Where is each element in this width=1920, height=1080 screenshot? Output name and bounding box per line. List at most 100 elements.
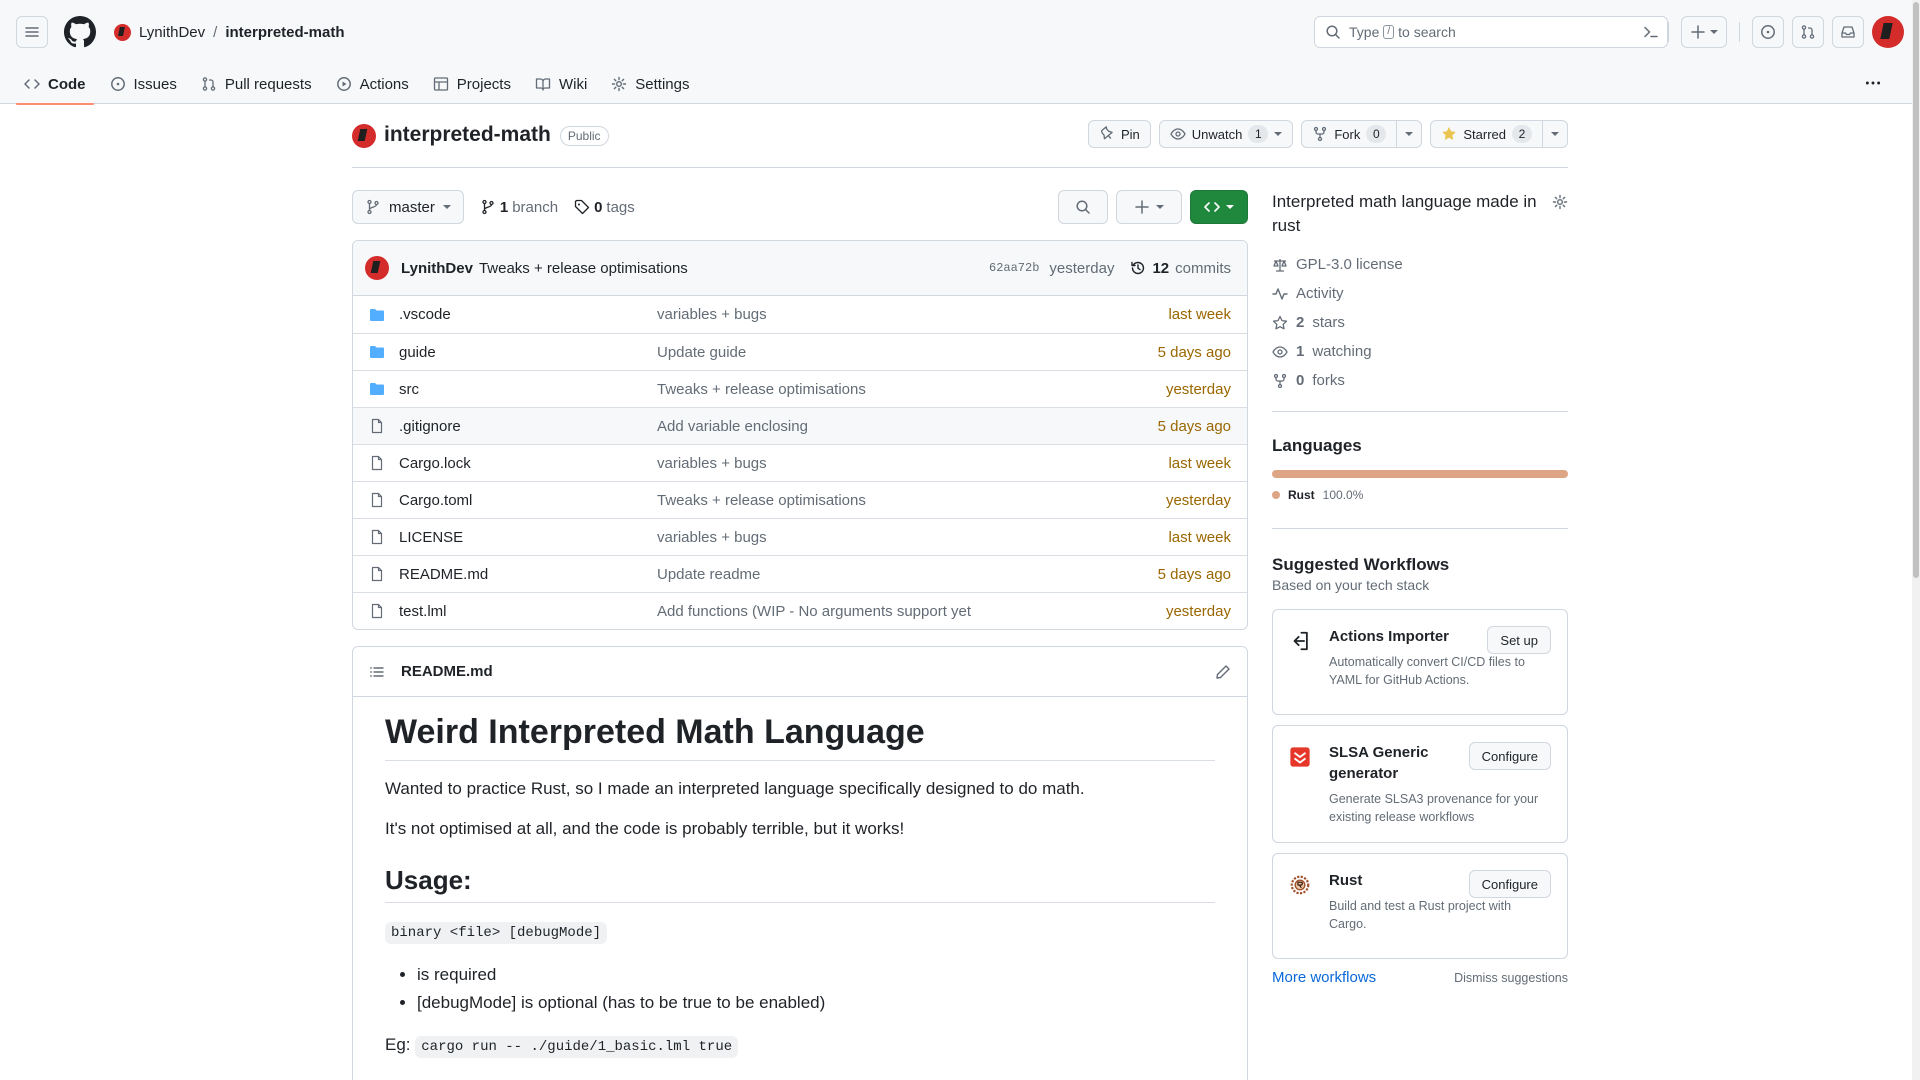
tag-count-label: tags [606, 198, 635, 216]
forks-link[interactable]: 0 forks [1272, 366, 1568, 395]
list-unordered-icon[interactable] [369, 664, 385, 680]
file-commit-message[interactable]: variables + bugs [657, 306, 767, 323]
issues-button[interactable] [1752, 16, 1784, 48]
repo-name[interactable]: interpreted-math [384, 123, 551, 147]
file-row[interactable]: .gitignore Add variable enclosing 5 days a… [353, 407, 1247, 444]
pin-button[interactable]: Pin [1087, 120, 1151, 148]
readme-bullet-list: is required [debugMode] is optional (has… [417, 961, 1215, 1017]
search-input[interactable]: Type / to search [1314, 16, 1668, 48]
commit-message[interactable]: Tweaks + release optimisations [479, 260, 688, 277]
tags-link[interactable]: 0 tags [574, 199, 635, 216]
fork-label: Fork [1334, 126, 1361, 142]
breadcrumb-owner-link[interactable]: LynithDev [139, 24, 205, 41]
workflow-setup-button[interactable]: Set up [1487, 626, 1551, 654]
file-row[interactable]: Cargo.toml Tweaks + release optimisations… [353, 481, 1247, 518]
plus-icon [1691, 25, 1705, 39]
rust-logo-icon [1290, 875, 1310, 895]
tab-code[interactable]: Code [16, 64, 94, 105]
file-row[interactable]: Cargo.lock variables + bugs last week [353, 444, 1247, 481]
branch-select-button[interactable]: master [352, 190, 464, 224]
kebab-horizontal-icon[interactable] [1864, 74, 1882, 92]
go-to-file-button[interactable] [1058, 190, 1108, 224]
more-workflows-link[interactable]: More workflows [1272, 969, 1376, 986]
file-row[interactable]: README.md Update readme 5 days ago [353, 555, 1247, 592]
main-column: master 1 branch 0 tags LynithDev Tweaks … [352, 190, 1248, 1080]
command-palette-icon[interactable] [1643, 24, 1659, 40]
tab-actions[interactable]: Actions [328, 64, 417, 104]
file-commit-message[interactable]: Tweaks + release optimisations [657, 381, 866, 398]
commits-history-link[interactable]: 12 commits [1130, 260, 1231, 277]
star-dropdown-button[interactable] [1543, 120, 1568, 148]
file-commit-message[interactable]: Add functions (WIP - No arguments suppor… [657, 603, 971, 620]
file-list: .vscode variables + bugs last week guide Upd… [353, 296, 1247, 629]
page-scrollbar[interactable] [1912, 0, 1920, 1080]
file-commit-time: last week [1168, 306, 1231, 323]
inbox-button[interactable] [1832, 16, 1864, 48]
workflow-configure-button[interactable]: Configure [1468, 870, 1551, 898]
file-row[interactable]: test.lml Add functions (WIP - No argument… [353, 592, 1247, 629]
folder-icon [369, 307, 385, 323]
github-logo-icon[interactable] [64, 16, 96, 48]
file-name-link[interactable]: README.md [399, 566, 657, 583]
file-name-link[interactable]: guide [399, 344, 657, 361]
language-item[interactable]: Rust 100.0% [1272, 488, 1568, 502]
tab-wiki[interactable]: Wiki [527, 64, 595, 104]
unwatch-label: Unwatch [1191, 126, 1243, 142]
slsa-logo-icon [1290, 747, 1310, 767]
file-commit-message[interactable]: Update readme [657, 566, 760, 583]
user-avatar[interactable] [1872, 16, 1904, 48]
file-commit-message[interactable]: Update guide [657, 344, 746, 361]
tab-projects[interactable]: Projects [425, 64, 519, 104]
star-count: 2 [1512, 125, 1532, 143]
watching-link[interactable]: 1 watching [1272, 337, 1568, 366]
commit-author[interactable]: LynithDev [401, 260, 473, 277]
file-name-link[interactable]: Cargo.lock [399, 455, 657, 472]
header-actions [1664, 16, 1904, 48]
tab-issues[interactable]: Issues [102, 64, 185, 104]
folder-icon [369, 344, 385, 360]
menu-button[interactable] [16, 16, 48, 48]
file-row[interactable]: src Tweaks + release optimisations yesterd… [353, 370, 1247, 407]
pencil-icon[interactable] [1215, 664, 1231, 680]
file-name-link[interactable]: src [399, 381, 657, 398]
scrollbar-thumb[interactable] [1913, 2, 1919, 578]
gear-icon[interactable] [1552, 194, 1568, 210]
file-name-link[interactable]: Cargo.toml [399, 492, 657, 509]
starred-button[interactable]: Starred 2 [1430, 120, 1543, 148]
commit-author-avatar[interactable] [365, 256, 389, 280]
file-name-link[interactable]: .gitignore [399, 418, 657, 435]
pull-requests-button[interactable] [1792, 16, 1824, 48]
add-file-button[interactable] [1116, 190, 1182, 224]
file-name-link[interactable]: .vscode [399, 306, 657, 323]
file-commit-time: last week [1168, 454, 1231, 472]
file-name-link[interactable]: LICENSE [399, 529, 657, 546]
workflows-subheading: Based on your tech stack [1272, 577, 1430, 593]
file-commit-message[interactable]: variables + bugs [657, 529, 767, 546]
file-commit-message[interactable]: variables + bugs [657, 455, 767, 472]
fork-button[interactable]: Fork 0 [1301, 120, 1398, 148]
unwatch-button[interactable]: Unwatch 1 [1158, 120, 1294, 148]
file-commit-message[interactable]: Add variable enclosing [657, 418, 808, 435]
commit-sha[interactable]: 62aa72b [989, 261, 1039, 275]
file-row[interactable]: .vscode variables + bugs last week [353, 296, 1247, 333]
branches-link[interactable]: 1 branch [480, 199, 558, 216]
file-commit-message[interactable]: Tweaks + release optimisations [657, 492, 866, 509]
activity-link[interactable]: Activity [1272, 279, 1568, 308]
create-new-button[interactable] [1681, 16, 1727, 48]
stars-link[interactable]: 2 stars [1272, 308, 1568, 337]
tab-settings[interactable]: Settings [603, 64, 697, 104]
file-row[interactable]: LICENSE variables + bugs last week [353, 518, 1247, 555]
languages-heading: Languages [1272, 436, 1362, 455]
tab-pull-requests[interactable]: Pull requests [193, 64, 320, 104]
code-dropdown-button[interactable] [1190, 190, 1248, 224]
breadcrumb-repo-link[interactable]: interpreted-math [225, 24, 344, 41]
fork-dropdown-button[interactable] [1397, 120, 1423, 148]
dismiss-suggestions-link[interactable]: Dismiss suggestions [1454, 971, 1568, 985]
workflow-configure-button[interactable]: Configure [1468, 742, 1551, 770]
code-icon [24, 79, 40, 89]
file-name-link[interactable]: test.lml [399, 603, 657, 620]
license-link[interactable]: GPL-3.0 license [1272, 250, 1568, 279]
file-row[interactable]: guide Update guide 5 days ago [353, 333, 1247, 370]
workflow-card: Actions Importer Automatically convert C… [1272, 609, 1568, 715]
readme-filename[interactable]: README.md [401, 663, 493, 680]
